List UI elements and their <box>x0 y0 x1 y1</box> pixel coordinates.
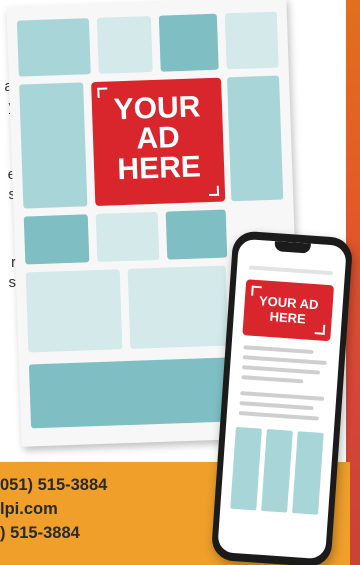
placeholder-text-line <box>238 411 319 421</box>
content-column <box>261 429 293 513</box>
layout-block <box>165 209 228 260</box>
print-ad-badge: YOUR AD HERE <box>91 77 226 207</box>
layout-block <box>95 211 160 263</box>
badge-line: YOUR <box>113 90 201 127</box>
placeholder-text-line <box>241 365 321 375</box>
phone-screen: YOUR AD HERE <box>217 238 347 560</box>
layout-block <box>224 11 279 70</box>
phone-mockup: YOUR AD HERE <box>210 230 354 565</box>
layout-block <box>96 15 153 74</box>
layout-block <box>25 269 123 353</box>
placeholder-text-line <box>241 375 304 384</box>
content-column <box>230 426 262 511</box>
layout-block <box>158 13 219 72</box>
layout-block <box>16 18 91 77</box>
placeholder-bar <box>248 265 334 276</box>
ad-promo-graphic: y al y e s r s 051) 515-3884 lpi.com ) 5… <box>0 0 360 565</box>
content-column <box>292 431 324 515</box>
placeholder-text-line <box>242 355 327 366</box>
phone-notch <box>274 241 311 254</box>
placeholder-text-line <box>240 391 325 401</box>
placeholder-text-line <box>243 345 314 355</box>
contact-fax: ) 515-3884 <box>0 524 80 542</box>
layout-block <box>23 214 90 265</box>
contact-email: lpi.com <box>0 500 58 518</box>
layout-block <box>127 265 229 349</box>
phone-ad-badge: YOUR AD HERE <box>242 279 335 342</box>
layout-block <box>19 82 88 209</box>
contact-phone: 051) 515-3884 <box>0 476 108 494</box>
layout-block <box>226 75 284 202</box>
badge-line: HERE <box>116 150 202 187</box>
placeholder-text-line <box>239 401 314 411</box>
